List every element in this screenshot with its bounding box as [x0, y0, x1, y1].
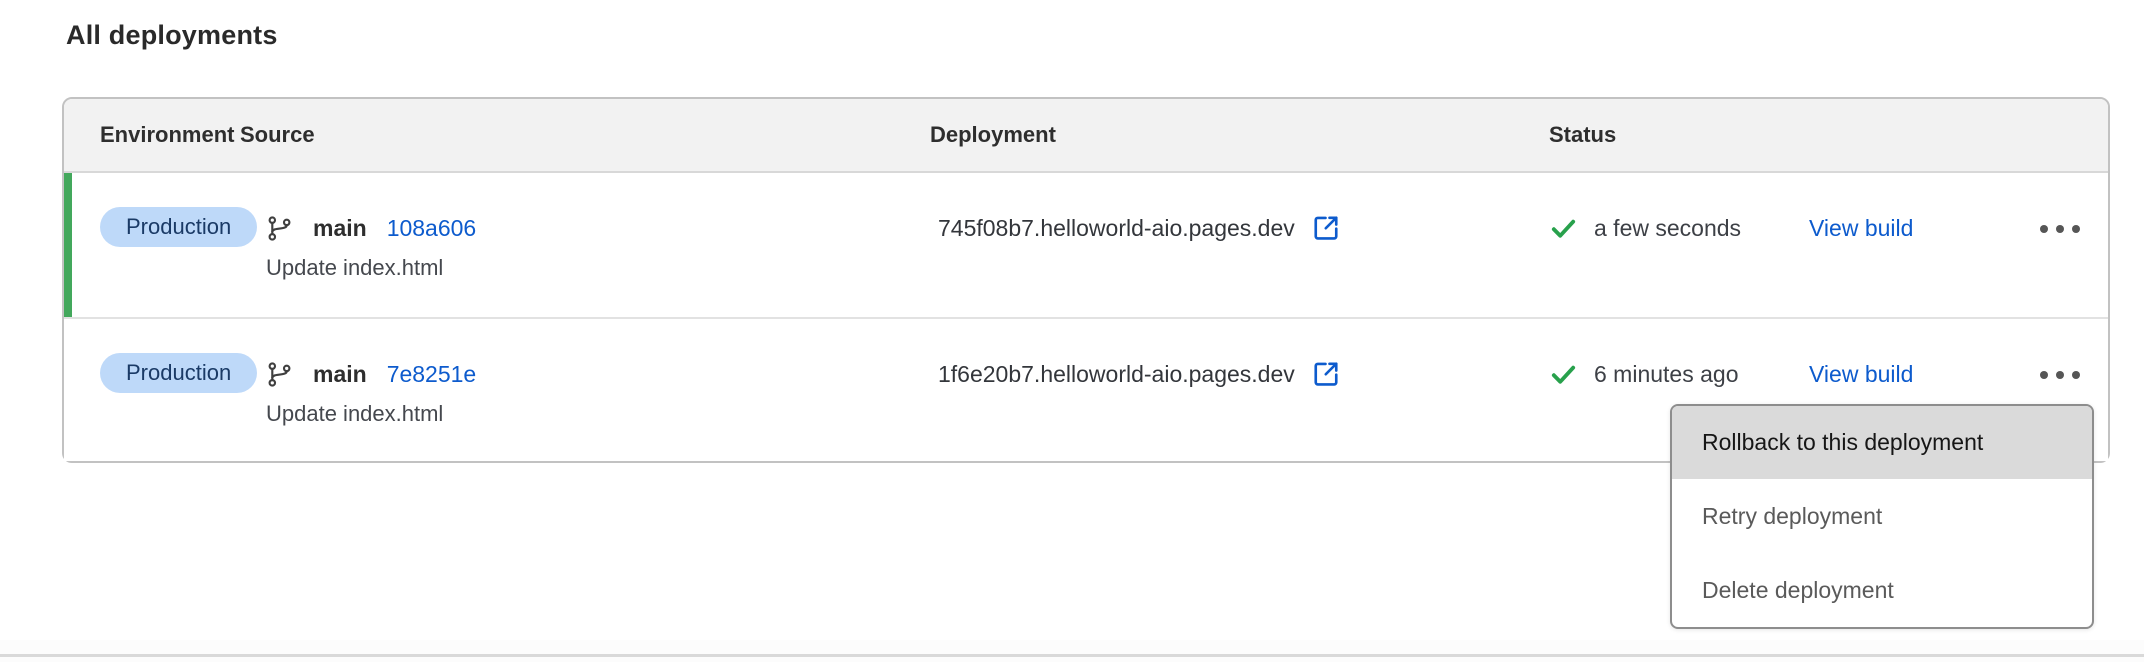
row-actions-context-menu: Rollback to this deployment Retry deploy…	[1670, 404, 2094, 629]
view-build-link[interactable]: View build	[1809, 361, 1913, 387]
column-header-deployment: Deployment	[930, 122, 1549, 148]
menu-item-delete[interactable]: Delete deployment	[1672, 553, 2092, 627]
page-bottom-divider	[0, 654, 2144, 657]
ellipsis-icon	[2040, 371, 2048, 379]
ellipsis-icon	[2040, 225, 2048, 233]
page-bottom-band	[0, 640, 2144, 662]
column-header-status: Status	[1549, 122, 1809, 148]
column-header-source: Source	[240, 122, 930, 148]
table-row: Production main 108a606 Update index.htm…	[64, 173, 2108, 317]
external-link-icon[interactable]	[1311, 213, 1341, 243]
table-header-row: Environment Source Deployment Status	[64, 99, 2108, 173]
git-branch-icon	[266, 361, 293, 388]
commit-link[interactable]: 7e8251e	[387, 361, 477, 388]
check-icon	[1549, 360, 1578, 389]
commit-message: Update index.html	[266, 253, 930, 283]
git-branch-icon	[266, 215, 293, 242]
column-header-environment: Environment	[64, 122, 240, 148]
menu-item-rollback[interactable]: Rollback to this deployment	[1672, 406, 2092, 479]
deployment-url: 745f08b7.helloworld-aio.pages.dev	[938, 215, 1295, 242]
status-text: a few seconds	[1594, 215, 1741, 242]
commit-link[interactable]: 108a606	[387, 215, 477, 242]
status-text: 6 minutes ago	[1594, 361, 1738, 388]
environment-badge: Production	[100, 207, 257, 247]
menu-item-retry[interactable]: Retry deployment	[1672, 479, 2092, 553]
commit-message: Update index.html	[266, 399, 930, 429]
branch-name: main	[313, 361, 367, 388]
row-actions-menu-button[interactable]	[2038, 221, 2082, 237]
row-actions-menu-button[interactable]	[2038, 367, 2082, 383]
check-icon	[1549, 214, 1578, 243]
page-title: All deployments	[66, 20, 278, 51]
deployment-url: 1f6e20b7.helloworld-aio.pages.dev	[938, 361, 1295, 388]
view-build-link[interactable]: View build	[1809, 215, 1913, 241]
environment-badge: Production	[100, 353, 257, 393]
branch-name: main	[313, 215, 367, 242]
external-link-icon[interactable]	[1311, 359, 1341, 389]
